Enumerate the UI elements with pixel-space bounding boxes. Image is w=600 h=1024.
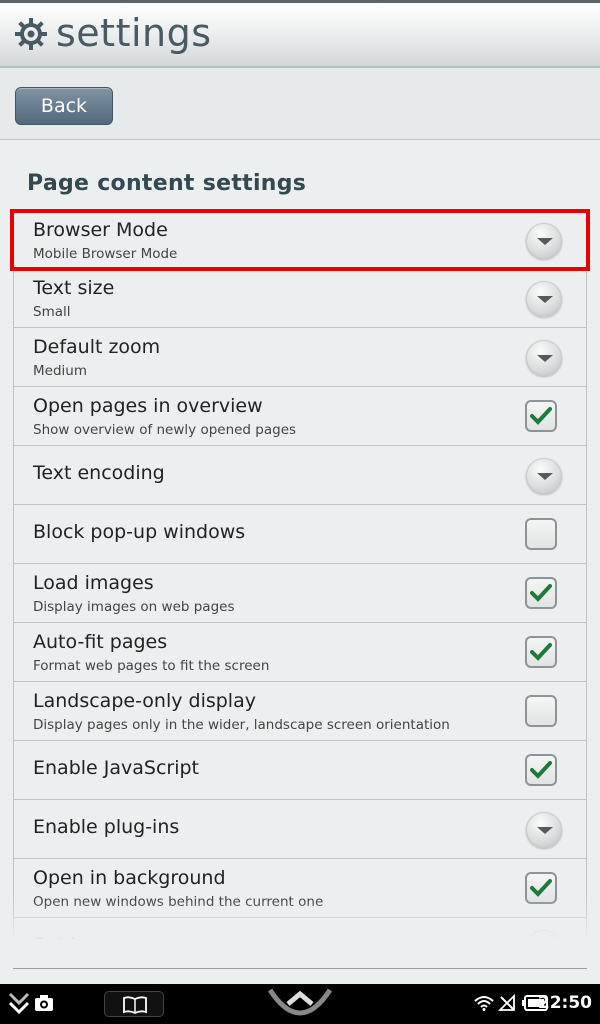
setting-label: Landscape-only display	[33, 690, 256, 712]
camera-icon	[35, 995, 53, 1011]
checkmark-icon	[530, 407, 552, 425]
setting-row[interactable]: Enable JavaScript	[13, 741, 587, 800]
page-title: settings	[56, 11, 212, 55]
checkbox-unchecked[interactable]	[525, 518, 557, 550]
setting-summary: Format web pages to fit the screen	[33, 658, 270, 674]
setting-label: Load images	[33, 572, 154, 594]
checkbox-checked[interactable]	[525, 577, 557, 609]
setting-summary: Display pages only in the wider, landsca…	[33, 717, 450, 733]
setting-row[interactable]: Enable plug-ins	[13, 800, 587, 859]
book-icon	[123, 996, 147, 1014]
checkmark-icon	[530, 643, 552, 661]
setting-row[interactable]: Text size Small	[13, 269, 587, 328]
library-button[interactable]	[104, 991, 164, 1017]
setting-summary: Mobile Browser Mode	[33, 246, 178, 262]
dropdown-arrow-icon[interactable]	[526, 812, 562, 848]
home-arc-icon[interactable]	[266, 984, 334, 1024]
setting-row[interactable]: Auto-fit pages Format web pages to fit th…	[13, 623, 587, 682]
setting-summary: Medium	[33, 363, 87, 379]
setting-label: Enable plug-ins	[33, 816, 180, 838]
toolbar: Back	[0, 68, 600, 140]
setting-label: Text size	[33, 277, 115, 299]
setting-label: Auto-fit pages	[33, 631, 168, 653]
setting-summary: Show overview of newly opened pages	[33, 422, 297, 438]
notification-down-icon[interactable]	[8, 992, 30, 1016]
checkbox-unchecked[interactable]	[525, 695, 557, 727]
wifi-icon	[474, 996, 494, 1011]
status-bar: 22:50	[0, 984, 600, 1024]
setting-row[interactable]: Default zoom Medium	[13, 328, 587, 387]
checkmark-icon	[530, 879, 552, 897]
dropdown-arrow-icon[interactable]	[526, 458, 562, 494]
setting-label: Open in background	[33, 867, 226, 889]
dropdown-arrow-icon[interactable]	[526, 223, 562, 259]
setting-row[interactable]: Load images Display images on web pages	[13, 564, 587, 623]
setting-row[interactable]: Landscape-only display Display pages only…	[13, 682, 587, 741]
setting-label: Browser Mode	[33, 219, 168, 241]
setting-summary: Small	[33, 304, 71, 320]
scroll-fade	[0, 900, 600, 945]
setting-label: Default zoom	[33, 336, 161, 358]
setting-label: Enable JavaScript	[33, 757, 199, 779]
checkbox-checked[interactable]	[525, 400, 557, 432]
back-button[interactable]: Back	[15, 87, 113, 125]
divider	[13, 968, 587, 969]
setting-row[interactable]: Open pages in overview Show overview of n…	[13, 387, 587, 446]
setting-row[interactable]: Text encoding	[13, 446, 587, 505]
no-signal-icon	[498, 994, 515, 1011]
setting-summary: Display images on web pages	[33, 599, 235, 615]
gear-icon	[15, 18, 47, 50]
checkmark-icon	[530, 761, 552, 779]
setting-label: Block pop-up windows	[33, 521, 246, 543]
setting-label: Text encoding	[33, 462, 165, 484]
setting-row[interactable]: Block pop-up windows	[13, 505, 587, 564]
section-title: Page content settings	[27, 171, 307, 196]
checkmark-icon	[530, 584, 552, 602]
checkbox-checked[interactable]	[525, 636, 557, 668]
checkbox-checked[interactable]	[525, 754, 557, 786]
settings-list[interactable]: Browser Mode Mobile Browser Mode Text size…	[13, 210, 587, 940]
clock: 22:50	[537, 993, 592, 1013]
app-header: settings	[0, 0, 600, 68]
dropdown-arrow-icon[interactable]	[526, 340, 562, 376]
dropdown-arrow-icon[interactable]	[526, 281, 562, 317]
setting-label: Open pages in overview	[33, 395, 263, 417]
setting-row[interactable]: Browser Mode Mobile Browser Mode	[13, 210, 587, 269]
